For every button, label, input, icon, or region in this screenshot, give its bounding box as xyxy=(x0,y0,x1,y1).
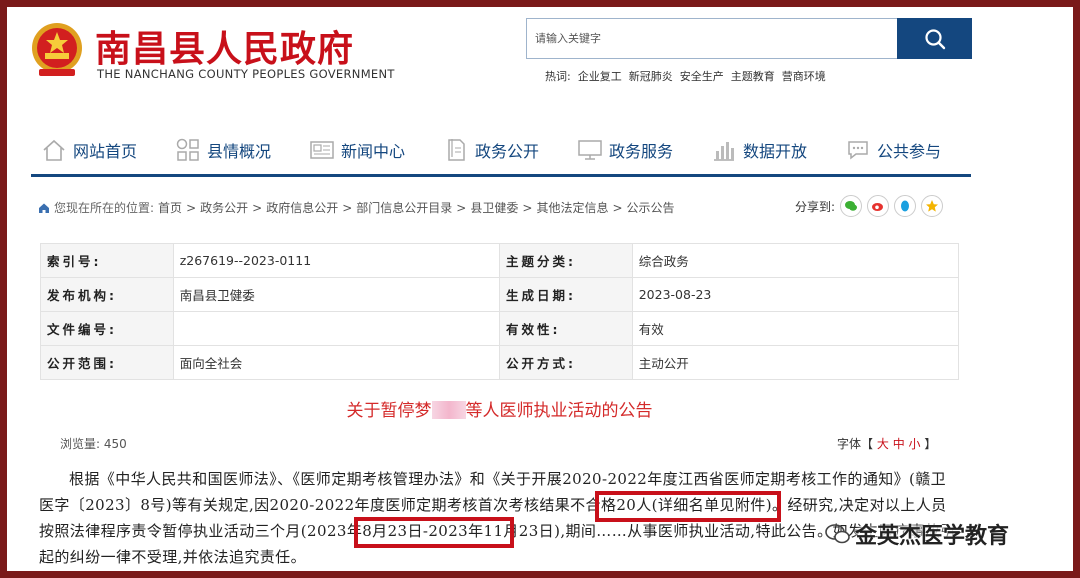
view-count: 浏览量: 450 xyxy=(60,437,127,451)
nav-label: 公共参与 xyxy=(877,141,942,161)
article-paragraph: 根据《中华人民共和国医师法》、《医师定期考核管理办法》和《关于开展2020-20… xyxy=(39,470,956,566)
monitor-icon xyxy=(578,139,602,160)
font-medium-button[interactable]: 中 xyxy=(893,437,905,451)
meta-key: 索引号: xyxy=(40,243,174,278)
watermark: 金英杰医学教育 xyxy=(825,518,1009,550)
share-bar: 分享到: xyxy=(795,195,944,217)
nav-item-overview[interactable]: 县情概况 xyxy=(165,125,299,174)
meta-value: 南昌县卫健委 xyxy=(172,277,501,312)
meta-value: 主动公开 xyxy=(631,345,960,380)
nav-item-open-data[interactable]: 数据开放 xyxy=(701,125,835,174)
nav-label: 网站首页 xyxy=(73,141,138,161)
article-body: 根据《中华人民共和国医师法》、《医师定期考核管理办法》和《关于开展2020-20… xyxy=(39,466,959,570)
nav-item-home[interactable]: 网站首页 xyxy=(31,125,165,174)
nav-item-gov-affairs[interactable]: 政务公开 xyxy=(433,125,567,174)
breadcrumb-item[interactable]: 政务公开 xyxy=(200,199,248,216)
article-title-part: 等人医师执业活动的公告 xyxy=(465,401,653,421)
search-input[interactable]: 请输入关键字 xyxy=(526,18,898,59)
hot-word[interactable]: 企业复工 xyxy=(578,68,622,84)
main-nav: 网站首页 县情概况 新闻中心 政务公开 政务服务 数据开放 公共参与 xyxy=(31,125,971,177)
meta-value: 面向全社会 xyxy=(172,345,501,380)
chat-icon xyxy=(848,140,868,160)
breadcrumb-prefix: 您现在所在的位置: xyxy=(54,201,155,215)
watermark-text: 金英杰医学教育 xyxy=(855,524,1010,549)
meta-value: 有效 xyxy=(631,311,960,346)
hot-label: 热词: xyxy=(545,70,571,83)
article-title-part: 关于暂停梦 xyxy=(346,401,432,421)
wechat-share-icon[interactable] xyxy=(840,195,863,217)
news-icon xyxy=(310,140,334,159)
grid-icon xyxy=(176,138,199,161)
font-label-close: 】 xyxy=(924,437,937,451)
font-large-button[interactable]: 大 xyxy=(877,437,889,451)
breadcrumb-item[interactable]: 首页 xyxy=(158,199,182,216)
breadcrumb-item[interactable]: 其他法定信息 xyxy=(536,199,608,216)
article-title: 关于暂停梦 等人医师执业活动的公告 xyxy=(7,396,992,421)
nav-label: 政务公开 xyxy=(475,141,540,161)
search-icon xyxy=(924,28,945,49)
breadcrumb-item[interactable]: 政府信息公开 xyxy=(266,199,338,216)
nav-label: 政务服务 xyxy=(609,141,674,161)
meta-value: 综合政务 xyxy=(631,243,960,278)
hot-word[interactable]: 安全生产 xyxy=(680,68,724,84)
breadcrumb-item[interactable]: 县卫健委 xyxy=(470,199,518,216)
font-label: 字体【 xyxy=(837,437,874,451)
meta-key: 发布机构: xyxy=(40,277,174,312)
search-button[interactable] xyxy=(897,18,972,59)
document-icon xyxy=(448,138,465,161)
meta-value: z267619--2023-0111 xyxy=(172,243,501,278)
table-row: 公开范围: 面向全社会 公开方式: 主动公开 xyxy=(40,345,960,380)
nav-label: 新闻中心 xyxy=(341,141,406,161)
national-emblem-icon xyxy=(32,23,82,76)
table-row: 文件编号: 有效性: 有效 xyxy=(40,311,960,346)
nav-item-services[interactable]: 政务服务 xyxy=(567,125,701,174)
meta-key: 生成日期: xyxy=(499,277,633,312)
wechat-icon xyxy=(825,524,850,544)
qq-share-icon[interactable] xyxy=(894,195,917,217)
nav-item-participation[interactable]: 公共参与 xyxy=(835,125,969,174)
metadata-table: 索引号: z267619--2023-0111 主题分类: 综合政务 发布机构:… xyxy=(40,243,960,380)
nav-label: 县情概况 xyxy=(207,141,272,161)
font-size-switcher: 字体【 大 中 小 】 xyxy=(837,435,936,452)
meta-key: 公开范围: xyxy=(40,345,174,380)
table-row: 发布机构: 南昌县卫健委 生成日期: 2023-08-23 xyxy=(40,277,960,312)
bar-chart-icon xyxy=(714,141,734,161)
site-title: 南昌县人民政府 xyxy=(95,29,355,70)
meta-value xyxy=(172,311,501,346)
hot-words: 热词: 企业复工 新冠肺炎 安全生产 主题教育 营商环境 xyxy=(545,68,826,84)
hot-word[interactable]: 营商环境 xyxy=(782,68,826,84)
meta-key: 主题分类: xyxy=(499,243,633,278)
breadcrumb: 您现在所在的位置: 首页 > 政务公开 > 政府信息公开 > 部门信息公开目录 > 县卫… xyxy=(38,199,675,216)
hot-word[interactable]: 新冠肺炎 xyxy=(629,68,673,84)
page: 南昌县人民政府 THE NANCHANG COUNTY PEOPLES GOVE… xyxy=(7,7,1073,571)
breadcrumb-item[interactable]: 部门信息公开目录 xyxy=(356,199,452,216)
home-small-icon xyxy=(39,203,49,213)
home-icon xyxy=(43,139,65,161)
share-label: 分享到: xyxy=(795,199,836,214)
weibo-share-icon[interactable] xyxy=(867,195,890,217)
nav-item-news[interactable]: 新闻中心 xyxy=(299,125,433,174)
qzone-share-icon[interactable] xyxy=(921,195,944,217)
redacted-name-blur xyxy=(431,401,466,419)
site-subtitle: THE NANCHANG COUNTY PEOPLES GOVERNMENT xyxy=(97,67,395,81)
meta-key: 公开方式: xyxy=(499,345,633,380)
meta-key: 文件编号: xyxy=(40,311,174,346)
font-small-button[interactable]: 小 xyxy=(909,437,921,451)
hot-word[interactable]: 主题教育 xyxy=(731,68,775,84)
meta-value: 2023-08-23 xyxy=(631,277,960,312)
breadcrumb-item[interactable]: 公示公告 xyxy=(627,199,675,216)
nav-label: 数据开放 xyxy=(743,141,808,161)
meta-key: 有效性: xyxy=(499,311,633,346)
table-row: 索引号: z267619--2023-0111 主题分类: 综合政务 xyxy=(40,243,960,278)
